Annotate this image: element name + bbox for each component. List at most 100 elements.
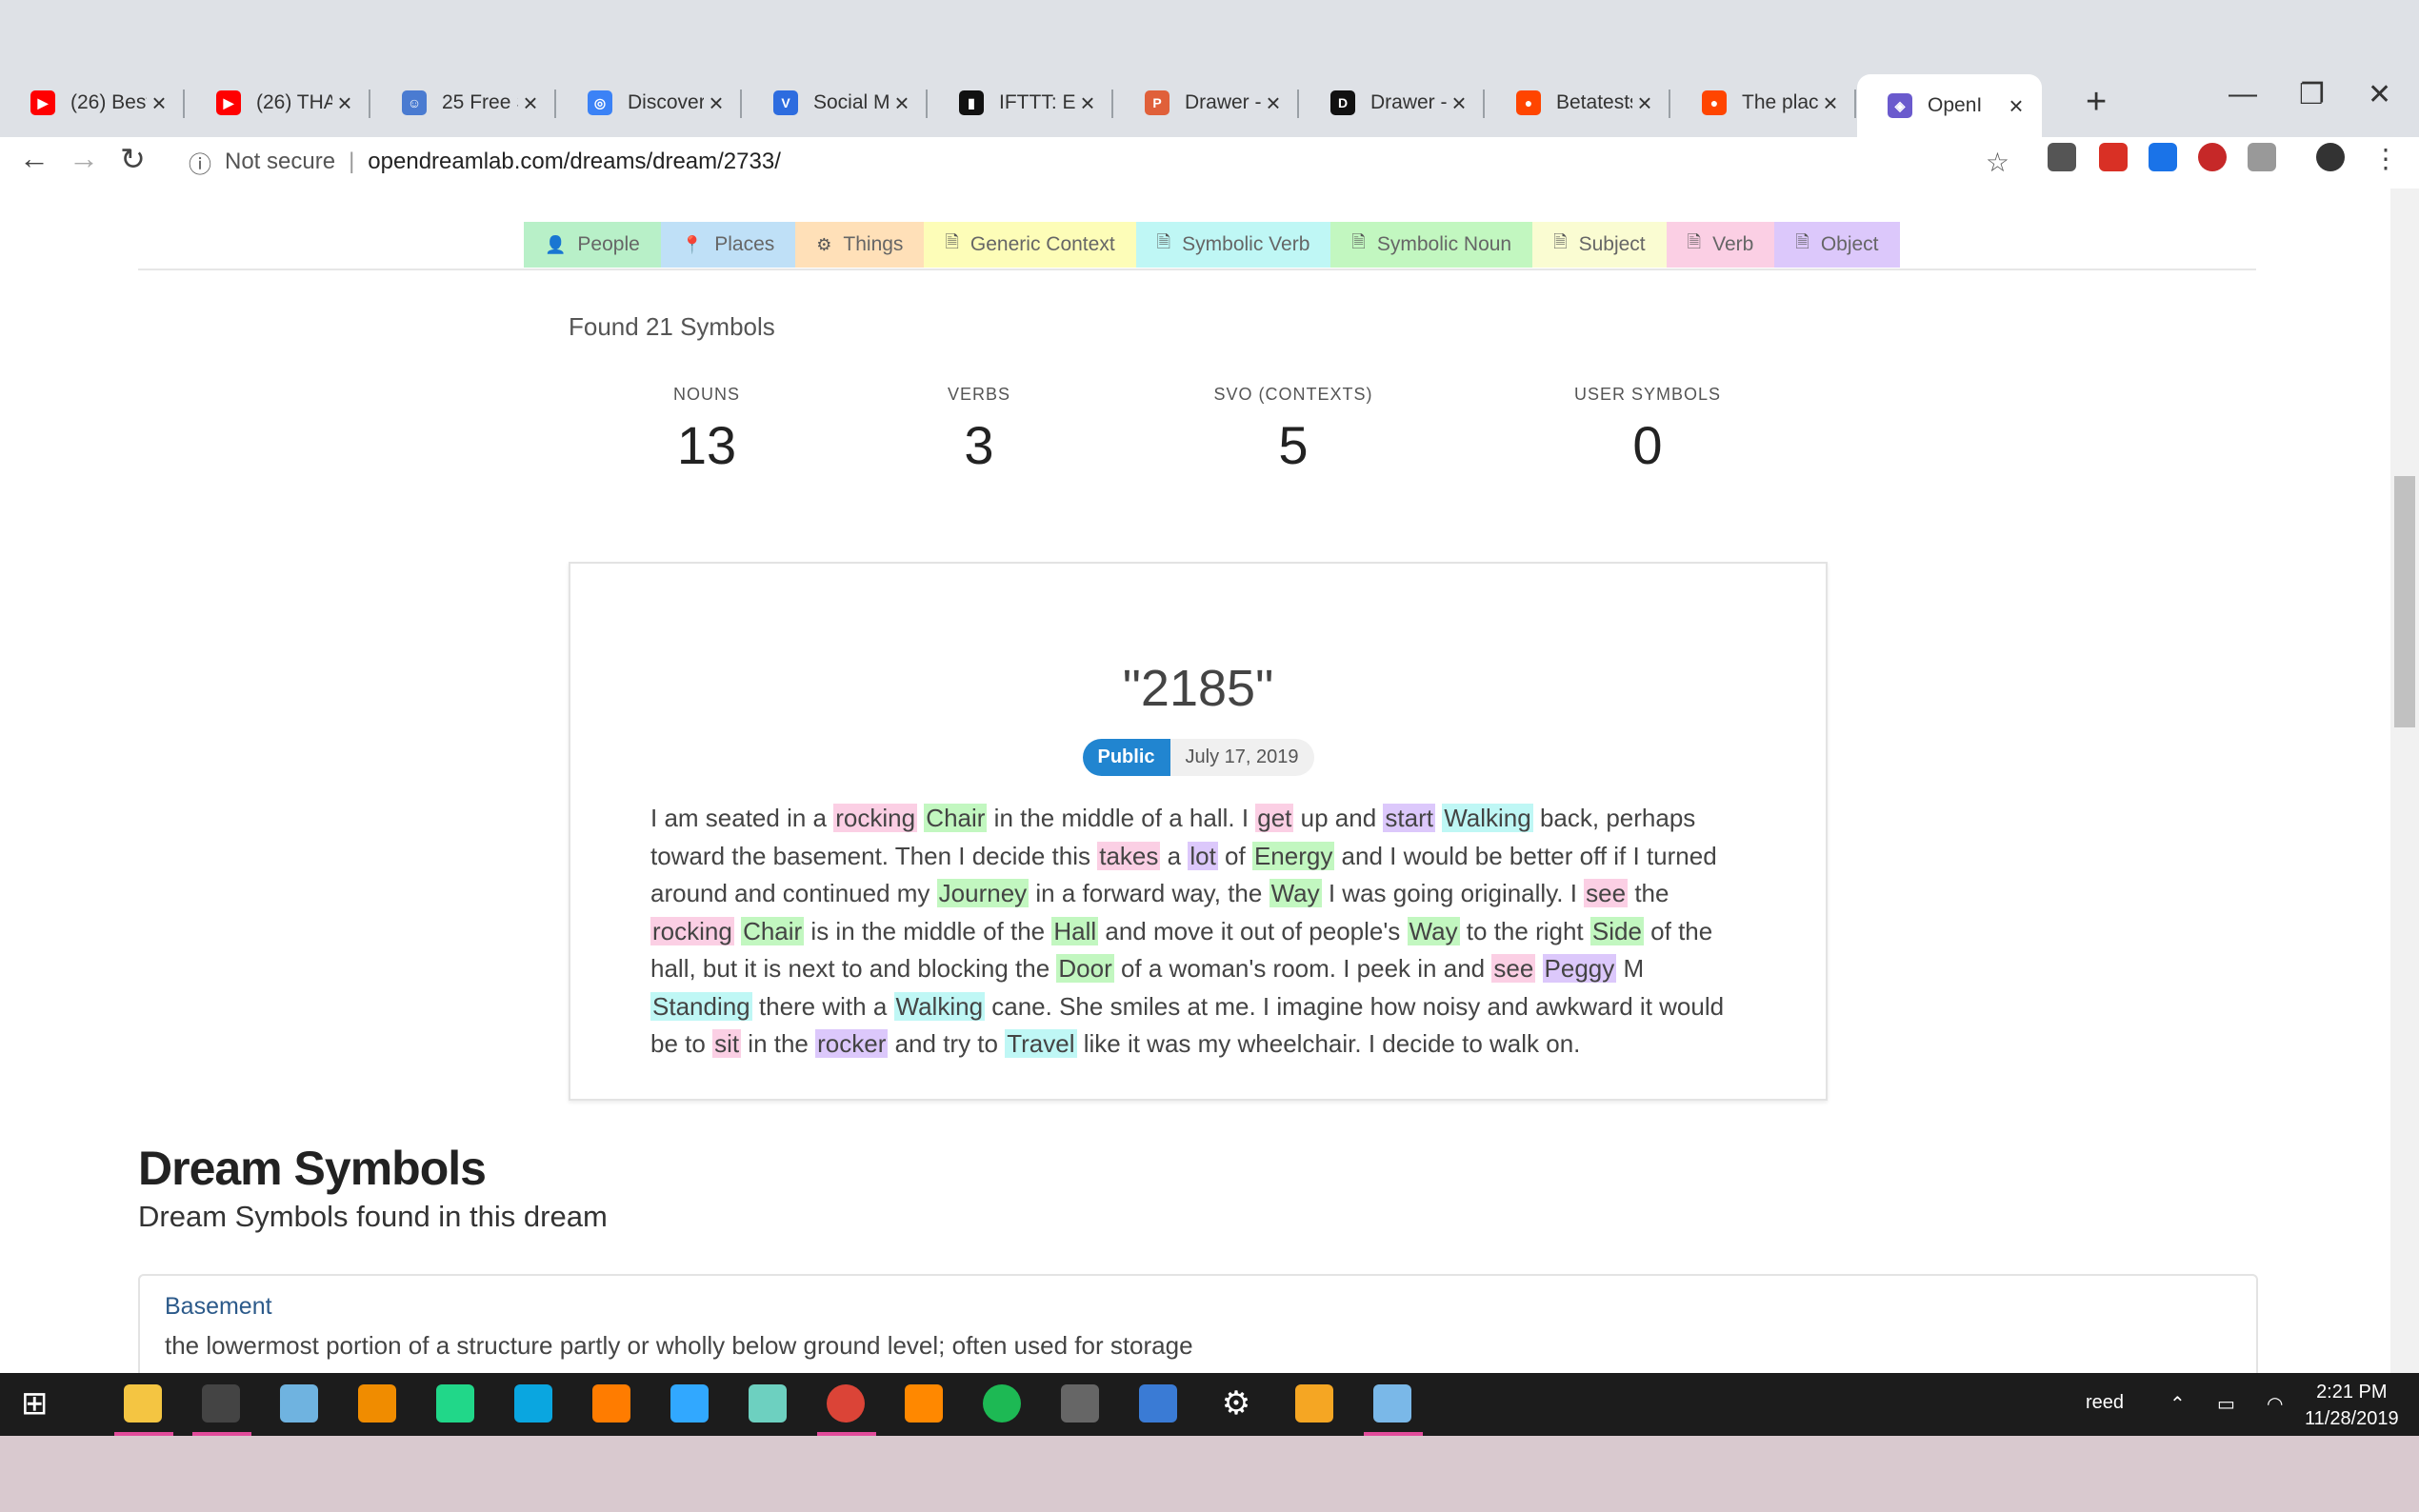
tab-close-icon[interactable]: × bbox=[2004, 91, 2029, 121]
browser-tab[interactable]: ◎ Discovery× bbox=[557, 82, 742, 124]
tab-close-icon[interactable]: × bbox=[704, 89, 729, 118]
restore-icon[interactable]: ❐ bbox=[2299, 78, 2325, 111]
highlighted-symbol[interactable]: Standing bbox=[650, 991, 752, 1021]
tab-close-icon[interactable]: × bbox=[332, 89, 357, 118]
extension-mail-icon[interactable] bbox=[2099, 143, 2128, 171]
browser-tab[interactable]: ▮ IFTTT: Eve× bbox=[929, 82, 1113, 124]
highlighted-symbol[interactable]: start bbox=[1383, 804, 1435, 832]
browser-tab[interactable]: ● Betatests × bbox=[1486, 82, 1670, 124]
network-app-icon[interactable] bbox=[1139, 1384, 1177, 1422]
browser-tab[interactable]: D Drawer - U× bbox=[1300, 82, 1485, 124]
filter-chip-generic-context[interactable]: 🗎 Generic Context bbox=[924, 222, 1136, 268]
minimize-icon[interactable]: — bbox=[2229, 78, 2257, 110]
new-tab-button[interactable]: + bbox=[2086, 82, 2107, 123]
browser-tab[interactable]: ☺ 25 Free Sc× bbox=[371, 82, 556, 124]
bookmark-star-icon[interactable]: ☆ bbox=[1986, 147, 2009, 178]
highlighted-symbol[interactable]: see bbox=[1584, 879, 1629, 907]
git-kraken-icon[interactable] bbox=[749, 1384, 787, 1422]
filter-chip-people[interactable]: 👤 People bbox=[524, 222, 661, 268]
tab-close-icon[interactable]: × bbox=[518, 89, 543, 118]
symbol-card[interactable]: Basement the lowermost portion of a stru… bbox=[138, 1274, 2258, 1373]
browser-tab[interactable]: P Drawer - I× bbox=[1114, 82, 1299, 124]
filter-chip-places[interactable]: 📍 Places bbox=[660, 222, 796, 268]
terminal-icon[interactable] bbox=[202, 1384, 240, 1422]
webstorm-icon[interactable] bbox=[514, 1384, 552, 1422]
browser-tab[interactable]: ◈ OpenI × bbox=[1857, 74, 2042, 137]
chrome-icon[interactable] bbox=[827, 1384, 865, 1422]
pycharm-icon[interactable] bbox=[436, 1384, 474, 1422]
highlighted-symbol[interactable]: sit bbox=[712, 1029, 742, 1058]
windows-start-icon[interactable]: ⊞ bbox=[21, 1384, 59, 1422]
forward-arrow-icon[interactable]: → bbox=[69, 141, 99, 176]
highlighted-symbol[interactable]: rocking bbox=[650, 916, 734, 945]
window-app-icon[interactable] bbox=[1061, 1384, 1099, 1422]
menu-kebab-icon[interactable]: ⋮ bbox=[2371, 143, 2400, 173]
info-icon[interactable]: ⓘ bbox=[189, 146, 211, 179]
browser-tab[interactable]: ▶ (26) Best D× bbox=[0, 82, 185, 124]
omnibox[interactable]: ⓘ Not secure | opendreamlab.com/dreams/d… bbox=[171, 141, 2019, 183]
illustrator-icon[interactable] bbox=[592, 1384, 630, 1422]
highlighted-symbol[interactable]: Way bbox=[1269, 879, 1322, 907]
highlighted-symbol[interactable]: Way bbox=[1407, 916, 1460, 945]
wifi-icon[interactable]: ◠ bbox=[2267, 1392, 2283, 1416]
browser-tab[interactable]: V Social Me× bbox=[743, 82, 928, 124]
scrollbar-track[interactable] bbox=[2390, 189, 2419, 1373]
reload-icon[interactable]: ↻ bbox=[120, 141, 146, 177]
browser-tab[interactable]: ● The place× bbox=[1671, 82, 1856, 124]
highlighted-symbol[interactable]: Chair bbox=[741, 916, 805, 945]
tab-close-icon[interactable]: × bbox=[1261, 89, 1286, 118]
filter-chip-object[interactable]: 🗎 Object bbox=[1774, 222, 1900, 268]
extension-record-icon[interactable] bbox=[2198, 143, 2227, 171]
highlighted-symbol[interactable]: Walking bbox=[1442, 804, 1533, 832]
battery-icon[interactable]: ▭ bbox=[2217, 1392, 2235, 1416]
highlighted-symbol[interactable]: takes bbox=[1097, 841, 1161, 870]
highlighted-symbol[interactable]: Hall bbox=[1051, 916, 1099, 945]
fl-studio-icon[interactable] bbox=[1295, 1384, 1333, 1422]
system-clock[interactable]: 2:21 PM 11/28/2019 bbox=[2305, 1379, 2399, 1432]
tab-close-icon[interactable]: × bbox=[890, 89, 914, 118]
highlighted-symbol[interactable]: rocking bbox=[833, 804, 918, 832]
sync-app-icon[interactable] bbox=[983, 1384, 1021, 1422]
highlighted-symbol[interactable]: Energy bbox=[1251, 841, 1335, 870]
filter-chip-symbolic-noun[interactable]: 🗎 Symbolic Noun bbox=[1330, 222, 1533, 268]
highlighted-symbol[interactable]: Door bbox=[1056, 954, 1114, 983]
tab-close-icon[interactable]: × bbox=[147, 89, 171, 118]
highlighted-symbol[interactable]: get bbox=[1255, 804, 1294, 832]
photoshop-icon[interactable] bbox=[670, 1384, 709, 1422]
filter-chip-symbolic-verb[interactable]: 🗎 Symbolic Verb bbox=[1135, 222, 1331, 268]
filter-chip-verb[interactable]: 🗎 Verb bbox=[1666, 222, 1775, 268]
tab-close-icon[interactable]: × bbox=[1818, 89, 1843, 118]
file-explorer-icon[interactable] bbox=[124, 1384, 162, 1422]
extension-shield-icon[interactable] bbox=[2048, 143, 2076, 171]
highlighted-symbol[interactable]: lot bbox=[1188, 841, 1218, 870]
tab-close-icon[interactable]: × bbox=[1075, 89, 1100, 118]
back-arrow-icon[interactable]: ← bbox=[19, 141, 50, 176]
highlighted-symbol[interactable]: Side bbox=[1589, 916, 1644, 945]
vlc-icon[interactable] bbox=[905, 1384, 943, 1422]
close-window-icon[interactable]: ✕ bbox=[2368, 78, 2391, 111]
highlighted-symbol[interactable]: Journey bbox=[936, 879, 1030, 907]
highlighted-symbol[interactable]: Chair bbox=[924, 804, 988, 832]
highlighted-symbol[interactable]: rocker bbox=[815, 1029, 889, 1058]
notes-app-icon[interactable] bbox=[280, 1384, 318, 1422]
filter-chip-subject[interactable]: 🗎 Subject bbox=[1532, 222, 1667, 268]
extension-calendar-icon[interactable] bbox=[2149, 143, 2177, 171]
tab-close-icon[interactable]: × bbox=[1447, 89, 1471, 118]
url-text[interactable]: opendreamlab.com/dreams/dream/2733/ bbox=[368, 149, 781, 175]
settings-gear-icon[interactable]: ⚙ bbox=[1217, 1384, 1255, 1422]
filter-chip-things[interactable]: ⚙ Things bbox=[795, 222, 925, 268]
sublime-text-icon[interactable] bbox=[358, 1384, 396, 1422]
taskbar-user-label[interactable]: reed bbox=[2086, 1392, 2124, 1414]
extension-card-icon[interactable] bbox=[2248, 143, 2276, 171]
browser-tab[interactable]: ▶ (26) THAT× bbox=[186, 82, 370, 124]
highlighted-symbol[interactable]: Walking bbox=[893, 991, 986, 1021]
tab-close-icon[interactable]: × bbox=[1632, 89, 1657, 118]
highlighted-symbol[interactable]: Travel bbox=[1005, 1029, 1077, 1058]
profile-avatar[interactable] bbox=[2316, 143, 2345, 171]
scrollbar-thumb[interactable] bbox=[2394, 476, 2415, 727]
highlighted-symbol[interactable]: Peggy bbox=[1542, 954, 1617, 983]
tray-chevron-up-icon[interactable]: ⌃ bbox=[2169, 1392, 2186, 1416]
paint-app-icon[interactable] bbox=[1373, 1384, 1411, 1422]
highlighted-symbol[interactable]: see bbox=[1491, 954, 1536, 983]
symbol-name[interactable]: Basement bbox=[165, 1293, 272, 1321]
